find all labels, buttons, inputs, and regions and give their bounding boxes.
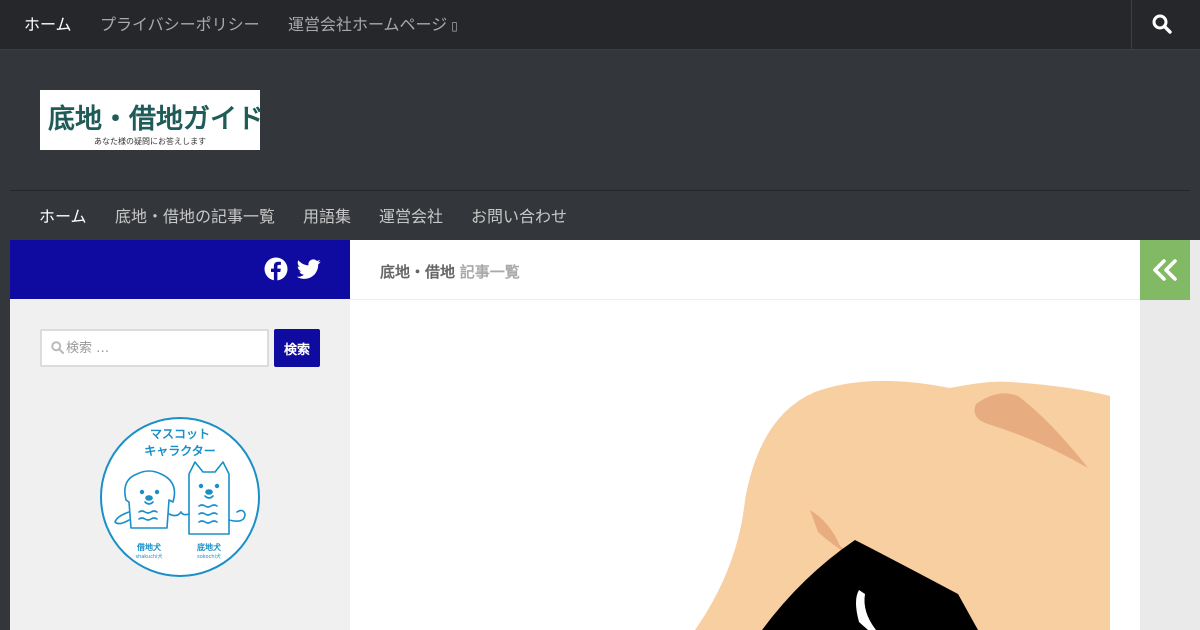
mascot-badge: マスコット キャラクター 借地犬 shakuchi犬 底地犬 sokochi犬 bbox=[100, 417, 260, 577]
mascot-left-name: 借地犬 bbox=[136, 542, 161, 552]
content-heading-bar: 底地・借地 記事一覧 bbox=[350, 240, 1140, 300]
page-title-strong: 底地・借地 bbox=[380, 263, 456, 281]
search-toggle-button[interactable] bbox=[1131, 0, 1200, 50]
main-nav-item-glossary[interactable]: 用語集 bbox=[303, 207, 351, 227]
double-chevron-left-icon bbox=[1153, 259, 1177, 281]
main-nav-item-home[interactable]: ホーム bbox=[39, 207, 87, 227]
top-nav-item-company-site-label: 運営会社ホームページ bbox=[288, 15, 448, 34]
top-nav-item-home[interactable]: ホーム bbox=[24, 15, 72, 35]
left-gutter bbox=[0, 240, 10, 630]
mascot-right-romaji: sokochi犬 bbox=[197, 553, 221, 560]
logo-tagline: あなた様の疑問にお答えします bbox=[94, 137, 206, 146]
top-nav: ホーム プライバシーポリシー 運営会社ホームページ ▯ bbox=[0, 0, 1200, 50]
site-header: 底地・借地ガイド あなた様の疑問にお答えします bbox=[0, 51, 1200, 190]
main-nav-item-company[interactable]: 運営会社 bbox=[379, 207, 443, 227]
mascot-left-romaji: shakuchi犬 bbox=[135, 553, 162, 560]
sidebar: 検索 マスコット キャラクター bbox=[10, 299, 350, 630]
page-title: 底地・借地 記事一覧 bbox=[380, 261, 520, 282]
twitter-icon[interactable] bbox=[297, 257, 321, 281]
main-nav: ホーム 底地・借地の記事一覧 用語集 運営会社 お問い合わせ bbox=[10, 190, 1190, 240]
featured-illustration bbox=[695, 380, 1110, 630]
sidebar-social-band bbox=[10, 240, 350, 299]
content-area bbox=[350, 300, 1140, 630]
mascot-heading-line1: マスコット bbox=[150, 427, 210, 441]
search-input[interactable] bbox=[66, 331, 264, 365]
main-nav-item-contact[interactable]: お問い合わせ bbox=[471, 207, 567, 227]
sidebar-search-box bbox=[40, 329, 269, 367]
right-gutter bbox=[1190, 240, 1200, 300]
page-title-light: 記事一覧 bbox=[459, 263, 520, 281]
sidebar-collapse-button[interactable] bbox=[1140, 240, 1190, 300]
search-button[interactable]: 検索 bbox=[274, 329, 320, 367]
main-nav-item-articles[interactable]: 底地・借地の記事一覧 bbox=[115, 207, 275, 227]
mascot-right-name: 底地犬 bbox=[196, 542, 221, 552]
mascot-heading-line2: キャラクター bbox=[144, 444, 216, 458]
top-nav-item-privacy[interactable]: プライバシーポリシー bbox=[100, 15, 260, 35]
logo-title: 底地・借地ガイド bbox=[48, 104, 264, 135]
search-icon bbox=[51, 341, 64, 354]
search-icon bbox=[1152, 14, 1172, 34]
facebook-icon[interactable] bbox=[264, 257, 288, 281]
external-link-icon: ▯ bbox=[451, 19, 458, 33]
top-nav-item-company-site[interactable]: 運営会社ホームページ ▯ bbox=[288, 15, 458, 36]
site-logo[interactable]: 底地・借地ガイド あなた様の疑問にお答えします bbox=[40, 90, 264, 150]
right-sidebar-strip bbox=[1140, 300, 1200, 630]
